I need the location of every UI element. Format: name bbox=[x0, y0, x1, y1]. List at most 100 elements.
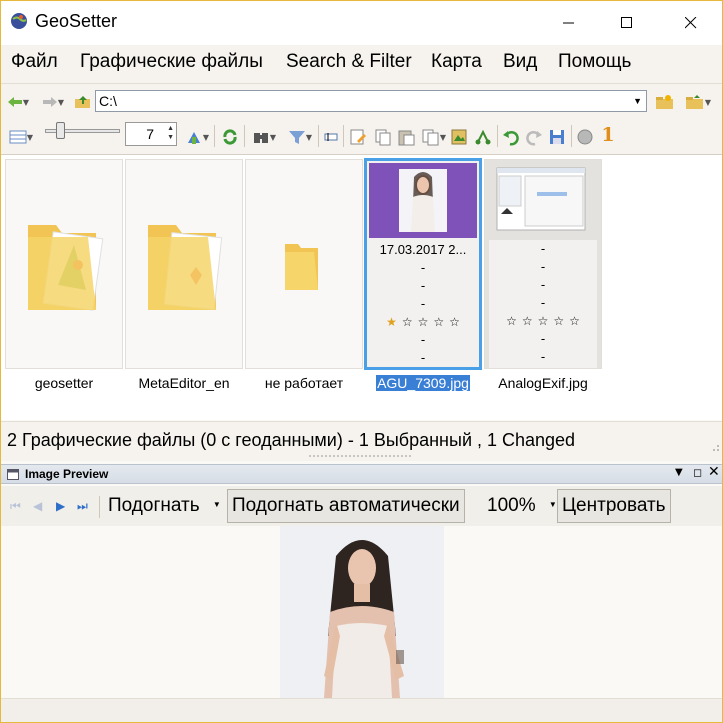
save-button[interactable] bbox=[547, 126, 567, 148]
toolbar-separator bbox=[99, 496, 100, 518]
copy-options-button[interactable]: ▼ bbox=[419, 126, 449, 148]
folder-options-button[interactable]: ▼ bbox=[683, 91, 713, 113]
preview-photo bbox=[280, 526, 444, 698]
thumbnail-label: MetaEditor_en bbox=[138, 375, 230, 391]
thumbnail-area: geosetter MetaEditor_en не работает 17.0… bbox=[1, 155, 722, 420]
star-icon[interactable]: ☆ bbox=[522, 312, 533, 330]
close-icon bbox=[685, 17, 697, 29]
chevron-down-icon[interactable]: ▼ bbox=[549, 500, 557, 509]
spinner-arrows-icon[interactable]: ▲ ▼ bbox=[167, 124, 174, 142]
paste-icon bbox=[398, 130, 415, 146]
splitter-grip-icon[interactable] bbox=[309, 454, 413, 458]
image-preview-header: Image Preview ▼ ◻ ✕ bbox=[1, 464, 722, 484]
thumb-size-spinner[interactable]: 7 ▲ ▼ bbox=[125, 122, 177, 146]
track-button[interactable] bbox=[473, 126, 493, 148]
image-preview-area bbox=[1, 526, 722, 698]
sort-button[interactable]: ▼ bbox=[183, 126, 211, 148]
address-input[interactable]: C:\ ▼ bbox=[95, 90, 647, 112]
view-mode-button[interactable]: ▼ bbox=[5, 126, 37, 148]
panel-close-icon[interactable]: ✕ bbox=[708, 464, 720, 480]
edit-data-button[interactable] bbox=[323, 126, 339, 148]
menu-file[interactable]: Файл bbox=[11, 51, 58, 73]
first-image-icon[interactable]: ⏮ bbox=[10, 499, 21, 514]
chevron-down-icon[interactable]: ▼ bbox=[633, 91, 642, 111]
map-assign-button[interactable] bbox=[449, 126, 469, 148]
person-photo-icon bbox=[399, 169, 447, 232]
menu-help[interactable]: Помощь bbox=[558, 51, 631, 73]
star-icon[interactable]: ☆ bbox=[553, 312, 564, 330]
filter-button[interactable]: ▼ bbox=[285, 126, 315, 148]
minimize-button[interactable] bbox=[546, 1, 592, 45]
image-info: 17.03.2017 2... - - - ★ ☆ ☆ ☆ ☆ - - bbox=[367, 241, 479, 367]
back-arrow-icon bbox=[7, 97, 22, 107]
toolbar-separator bbox=[318, 125, 319, 147]
info-line: - bbox=[540, 349, 546, 364]
chevron-down-icon[interactable]: ▼ bbox=[213, 500, 221, 509]
star-filled-icon[interactable]: ★ bbox=[386, 313, 397, 331]
star-icon[interactable]: ☆ bbox=[402, 313, 413, 331]
paste-button[interactable] bbox=[396, 126, 416, 148]
undo-button[interactable] bbox=[501, 126, 521, 148]
thumbnail-screenshot bbox=[487, 162, 597, 237]
forward-button[interactable]: ▼ bbox=[39, 91, 67, 113]
thumbnail-photo bbox=[369, 163, 477, 238]
panel-icon bbox=[7, 469, 19, 480]
thumbnail-image-analogexif[interactable]: - - - - ☆ ☆ ☆ ☆ ☆ - - bbox=[484, 159, 602, 369]
previous-image-icon[interactable]: ◀ bbox=[33, 499, 42, 513]
zoom-dropdown[interactable]: 100% ▼ bbox=[487, 495, 557, 517]
number-badge[interactable]: 1 bbox=[599, 124, 617, 146]
list-view-icon bbox=[9, 130, 27, 144]
thumb-size-slider-handle[interactable] bbox=[56, 122, 65, 139]
image-info: - - - - ☆ ☆ ☆ ☆ ☆ - - bbox=[489, 240, 597, 368]
find-button[interactable]: ▼ bbox=[249, 126, 279, 148]
next-image-icon[interactable]: ▶ bbox=[56, 499, 65, 513]
panel-float-icon[interactable]: ◻ bbox=[693, 466, 702, 479]
menu-bar: Файл Графические файлы Search & Filter К… bbox=[1, 45, 722, 83]
resize-grip-icon[interactable] bbox=[710, 444, 720, 456]
star-icon[interactable]: ☆ bbox=[538, 312, 549, 330]
menu-view[interactable]: Вид bbox=[503, 51, 537, 73]
back-button[interactable]: ▼ bbox=[5, 91, 31, 113]
favorites-folder-button[interactable] bbox=[653, 91, 677, 113]
panel-menu-chevron-icon[interactable]: ▼ bbox=[675, 467, 683, 478]
rating-stars[interactable]: ★ ☆ ☆ ☆ ☆ bbox=[367, 313, 479, 331]
center-button[interactable]: Центровать bbox=[557, 489, 671, 523]
up-folder-button[interactable] bbox=[73, 91, 93, 113]
image-preview-title: Image Preview bbox=[25, 467, 109, 481]
screenshot-preview-icon bbox=[496, 167, 586, 231]
status-text: 2 Графические файлы (0 с геоданными) - 1… bbox=[7, 430, 576, 450]
thumbnail-folder-metaeditor[interactable] bbox=[125, 159, 243, 369]
star-icon[interactable]: ☆ bbox=[433, 313, 444, 331]
fit-automatically-button[interactable]: Подогнать автоматически bbox=[227, 489, 465, 523]
globe-icon bbox=[577, 129, 593, 145]
thumbnail-folder-geosetter[interactable] bbox=[5, 159, 123, 369]
map-image-icon bbox=[451, 129, 467, 145]
thumbnail-label: AnalogExif.jpg bbox=[498, 375, 588, 391]
image-date: 17.03.2017 2... bbox=[379, 242, 467, 257]
star-icon[interactable]: ☆ bbox=[569, 312, 580, 330]
star-icon[interactable]: ☆ bbox=[418, 313, 429, 331]
menu-search-filter[interactable]: Search & Filter bbox=[286, 51, 412, 73]
star-icon[interactable]: ☆ bbox=[506, 312, 517, 330]
folder-star-icon bbox=[656, 95, 673, 109]
menu-image-files[interactable]: Графические файлы bbox=[80, 51, 263, 73]
redo-button[interactable] bbox=[524, 126, 544, 148]
last-image-icon[interactable]: ⏭ bbox=[77, 499, 88, 514]
menu-map[interactable]: Карта bbox=[431, 51, 482, 73]
copy-button[interactable] bbox=[373, 126, 393, 148]
thumbnail-folder-ne-rabotaet[interactable] bbox=[245, 159, 363, 369]
star-icon[interactable]: ☆ bbox=[449, 313, 460, 331]
route-icon bbox=[475, 129, 491, 145]
globe-button[interactable] bbox=[575, 126, 595, 148]
maximize-button[interactable] bbox=[604, 1, 650, 45]
info-line: - bbox=[540, 241, 546, 256]
save-disk-icon bbox=[550, 130, 564, 144]
info-line: - bbox=[540, 295, 546, 310]
fit-mode-dropdown[interactable]: Подогнать ▼ bbox=[108, 495, 221, 517]
close-button[interactable] bbox=[668, 1, 714, 45]
refresh-button[interactable] bbox=[220, 126, 240, 148]
thumbnail-image-agu7309[interactable]: 17.03.2017 2... - - - ★ ☆ ☆ ☆ ☆ - - bbox=[364, 158, 482, 370]
edit-button[interactable] bbox=[348, 126, 368, 148]
rating-stars[interactable]: ☆ ☆ ☆ ☆ ☆ bbox=[489, 312, 597, 330]
toolbar-separator bbox=[571, 125, 572, 147]
